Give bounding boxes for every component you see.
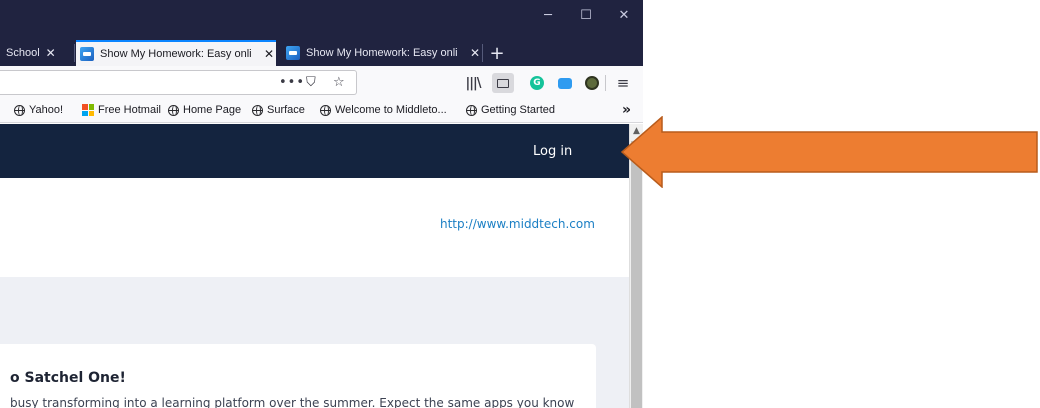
bookmark-label: Getting Started [481,104,555,116]
toolbar-divider [605,75,606,91]
cloud-extension-icon[interactable] [556,74,574,92]
tab-title: School [6,47,40,59]
grammarly-extension-icon[interactable]: G [528,74,546,92]
page-actions-icon[interactable]: ••• [279,75,305,90]
maximize-button[interactable]: ☐ [567,0,605,30]
tab-show-my-homework-active[interactable]: Show My Homework: Easy onli ✕ [76,40,276,66]
bookmark-surface[interactable]: Surface [252,104,305,116]
globe-icon [14,104,25,116]
globe-icon [252,104,263,116]
globe-icon [320,104,331,116]
screenshot: ─ ☐ ✕ School ✕ Show My Homework: Easy on… [0,0,1040,408]
welcome-body-text: busy transforming into a learning platfo… [10,396,575,408]
navigation-toolbar: ••• ⛉ ☆ |||\ G ≡ [0,66,643,99]
globe-icon [466,104,477,116]
bookmark-label: Free Hotmail [98,104,161,116]
bookmark-welcome-to-middleton[interactable]: Welcome to Middleto... [320,104,447,116]
window-controls: ─ ☐ ✕ [529,0,643,30]
globe-icon [168,104,179,116]
bookmark-free-hotmail[interactable]: Free Hotmail [82,104,161,116]
login-link[interactable]: Log in [533,144,572,159]
new-tab-button[interactable]: + [486,40,508,66]
pocket-icon[interactable]: ⛉ [306,75,316,90]
bookmark-getting-started[interactable]: Getting Started [466,104,555,116]
site-header: Log in [0,124,629,178]
tab-close-icon[interactable]: ✕ [264,47,274,61]
tab-school[interactable]: School ✕ [6,40,72,66]
bookmark-home-page[interactable]: Home Page [168,104,241,116]
bookmark-star-icon[interactable]: ☆ [333,75,345,90]
library-icon[interactable]: |||\ [464,74,482,92]
arrow-shape [620,116,1038,188]
page-content: Log in http://www.middtech.com o Satchel… [0,124,643,408]
microsoft-logo-icon [82,104,94,116]
school-website-link[interactable]: http://www.middtech.com [440,217,595,231]
bookmark-label: Welcome to Middleto... [335,104,447,116]
tab-title: Show My Homework: Easy onli [306,47,458,59]
sidebar-toggle-icon[interactable] [492,73,514,93]
tab-separator [74,44,75,62]
tab-separator [482,44,483,62]
browser-window: ─ ☐ ✕ School ✕ Show My Homework: Easy on… [0,0,643,408]
bookmark-label: Home Page [183,104,242,116]
satchel-favicon-icon [80,47,94,61]
tab-close-icon[interactable]: ✕ [470,46,480,60]
satchel-favicon-icon [286,46,300,60]
tab-title: Show My Homework: Easy onli [100,48,252,60]
bookmark-label: Surface [267,104,305,116]
welcome-title: o Satchel One! [10,370,126,386]
address-bar[interactable]: ••• ⛉ ☆ [0,70,357,95]
bookmarks-toolbar: Yahoo! Free Hotmail Home Page Surface We… [0,99,643,123]
tab-show-my-homework[interactable]: Show My Homework: Easy onli ✕ [282,40,480,66]
tab-strip: ─ ☐ ✕ School ✕ Show My Homework: Easy on… [0,0,643,66]
annotation-arrow [620,116,1038,188]
bookmark-label: Yahoo! [29,104,64,116]
hamburger-menu-icon[interactable]: ≡ [614,74,632,92]
minimize-button[interactable]: ─ [529,0,567,30]
bookmark-yahoo[interactable]: Yahoo! [14,104,63,116]
close-window-button[interactable]: ✕ [605,0,643,30]
extension-icon[interactable] [583,74,601,92]
tab-close-icon[interactable]: ✕ [46,46,56,60]
